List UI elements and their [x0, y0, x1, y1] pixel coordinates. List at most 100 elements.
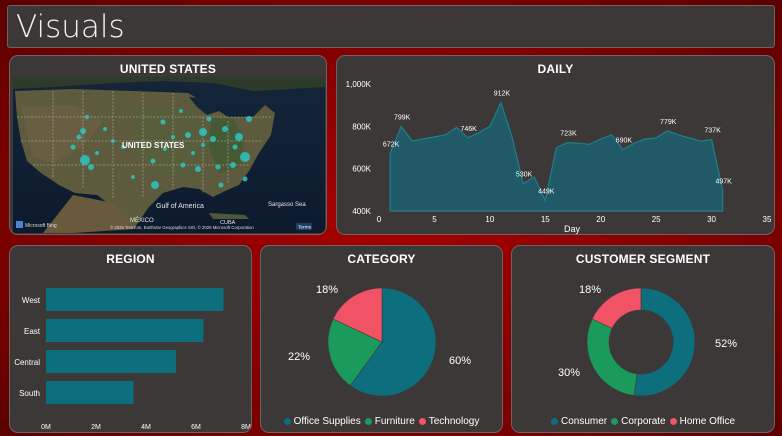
map-bubble[interactable] — [179, 109, 183, 113]
map-bubble[interactable] — [232, 144, 238, 150]
map-bubble[interactable] — [80, 155, 90, 165]
map-label-sargasso: Sargasso Sea — [268, 202, 306, 208]
segment-legend-item[interactable]: Corporate — [611, 416, 666, 427]
legend-dot-icon — [283, 417, 291, 425]
region-x-tick-label: 8M — [241, 424, 251, 431]
daily-y-tick-label: 400K — [352, 207, 371, 216]
map-bubble[interactable] — [230, 162, 236, 168]
map-attribution: © 2025 TomTom, Earthstar Geographics SIO… — [110, 225, 254, 230]
map-bubble[interactable] — [171, 135, 175, 139]
category-chart-visual[interactable]: CATEGORY 60% 22% 18% Office Supplies Furnit… — [260, 245, 503, 433]
region-bar[interactable] — [46, 381, 134, 404]
segment-percent-label: 30% — [558, 367, 580, 379]
daily-x-tick-label: 0 — [377, 215, 382, 224]
region-bar[interactable] — [46, 319, 204, 342]
map-bubble[interactable] — [218, 182, 224, 188]
region-bar[interactable] — [46, 288, 224, 311]
legend-dot-icon — [611, 417, 619, 425]
region-x-tick-label: 4M — [141, 424, 151, 431]
region-bar[interactable] — [46, 350, 176, 373]
map-bubble[interactable] — [151, 181, 159, 189]
region-x-tick-label: 6M — [191, 424, 201, 431]
daily-x-tick-label: 30 — [707, 215, 716, 224]
daily-data-label: 530K — [516, 171, 533, 178]
segment-legend-item[interactable]: Home Office — [669, 416, 735, 427]
map-bubble[interactable] — [131, 175, 135, 179]
map-bubble[interactable] — [180, 162, 186, 168]
bing-logo: Microsoft Bing — [25, 223, 57, 229]
map-bubble[interactable] — [240, 152, 250, 162]
category-legend-label: Office Supplies — [293, 416, 361, 427]
category-legend-label: Technology — [428, 416, 480, 427]
legend-dot-icon — [551, 417, 558, 425]
daily-x-tick-label: 35 — [763, 215, 772, 224]
daily-chart-visual[interactable]: DAILY 400K 600K 800K 1,000K 0 5 10 15 20 25 30 35 … — [336, 55, 775, 235]
bing-icon — [16, 221, 23, 228]
map-bubble[interactable] — [95, 151, 99, 155]
daily-data-label: 779K — [660, 119, 677, 126]
region-chart-visual[interactable]: REGION West East Central South 0M 2M 4M 6M 8M — [9, 245, 252, 433]
segment-percent-label: 52% — [715, 338, 737, 350]
map-bubble[interactable] — [210, 136, 216, 142]
daily-data-label: 449K — [538, 189, 555, 196]
map-bubble[interactable] — [222, 126, 228, 132]
daily-x-tick-label: 5 — [432, 215, 437, 224]
map-bubble[interactable] — [88, 164, 94, 170]
category-legend-item[interactable]: Technology — [418, 416, 480, 427]
title-bar: Visuals — [7, 5, 775, 48]
map-bubble[interactable] — [85, 115, 89, 119]
category-legend-label: Furniture — [374, 416, 415, 427]
daily-x-axis-label: Day — [564, 224, 581, 234]
daily-data-label: 672K — [383, 141, 400, 148]
map-bubble[interactable] — [80, 128, 86, 134]
map-title: UNITED STATES — [119, 62, 217, 76]
segment-chart-visual[interactable]: CUSTOMER SEGMENT 52% 30% 18% Consumer Corpo… — [511, 245, 775, 433]
map-bubble[interactable] — [195, 166, 201, 172]
page-title: Visuals — [16, 9, 125, 45]
daily-data-label: 912K — [494, 91, 511, 98]
map-bubble[interactable] — [70, 144, 76, 150]
segment-legend-item[interactable]: Consumer — [551, 416, 607, 427]
map-visual[interactable]: UNITED STATES UNITED STATES Gulf of Amer… — [9, 55, 327, 235]
map-bubble[interactable] — [160, 119, 166, 125]
daily-x-tick-label: 15 — [541, 215, 550, 224]
segment-percent-label: 18% — [579, 284, 601, 296]
daily-data-label: 799K — [394, 115, 411, 122]
category-legend-item[interactable]: Furniture — [364, 416, 415, 427]
daily-y-tick-label: 800K — [352, 122, 371, 131]
map-canvas[interactable]: UNITED STATES Gulf of America Sargasso S… — [13, 77, 325, 233]
map-bubble[interactable] — [111, 139, 115, 143]
daily-x-tick-label: 20 — [596, 215, 605, 224]
daily-data-label: 497K — [715, 178, 732, 185]
daily-x-tick-label: 25 — [652, 215, 661, 224]
map-bubble[interactable] — [76, 134, 82, 140]
region-x-tick-label: 2M — [91, 424, 101, 431]
map-label-mexico: MÉXICO — [130, 217, 154, 224]
segment-slice[interactable] — [633, 287, 696, 397]
map-bubble[interactable] — [191, 151, 195, 155]
segment-legend-label: Consumer — [561, 416, 608, 427]
daily-data-label: 690K — [616, 138, 633, 145]
map-bubble[interactable] — [150, 158, 156, 164]
daily-x-tick-label: 10 — [485, 215, 494, 224]
map-bubble[interactable] — [199, 128, 207, 136]
daily-data-label: 737K — [704, 128, 721, 135]
daily-y-tick-label: 1,000K — [346, 80, 372, 89]
map-bubble[interactable] — [215, 164, 221, 170]
daily-y-tick-label: 600K — [352, 165, 371, 174]
region-x-tick-label: 0M — [41, 424, 51, 431]
map-bubble[interactable] — [103, 127, 107, 131]
map-bubble[interactable] — [246, 116, 252, 122]
category-legend-item[interactable]: Office Supplies — [283, 416, 361, 427]
segment-slice[interactable] — [586, 318, 638, 396]
map-bubble[interactable] — [235, 133, 243, 141]
region-category-label: South — [19, 389, 40, 398]
region-category-label: West — [22, 296, 41, 305]
map-bubble[interactable] — [201, 143, 205, 147]
map-bubble[interactable] — [185, 132, 191, 138]
map-label-gulf: Gulf of America — [156, 203, 204, 210]
map-country-label: UNITED STATES — [122, 141, 185, 150]
map-bubble[interactable] — [242, 176, 248, 182]
terms-link[interactable]: Terms — [298, 225, 312, 231]
map-bubble[interactable] — [206, 116, 212, 122]
